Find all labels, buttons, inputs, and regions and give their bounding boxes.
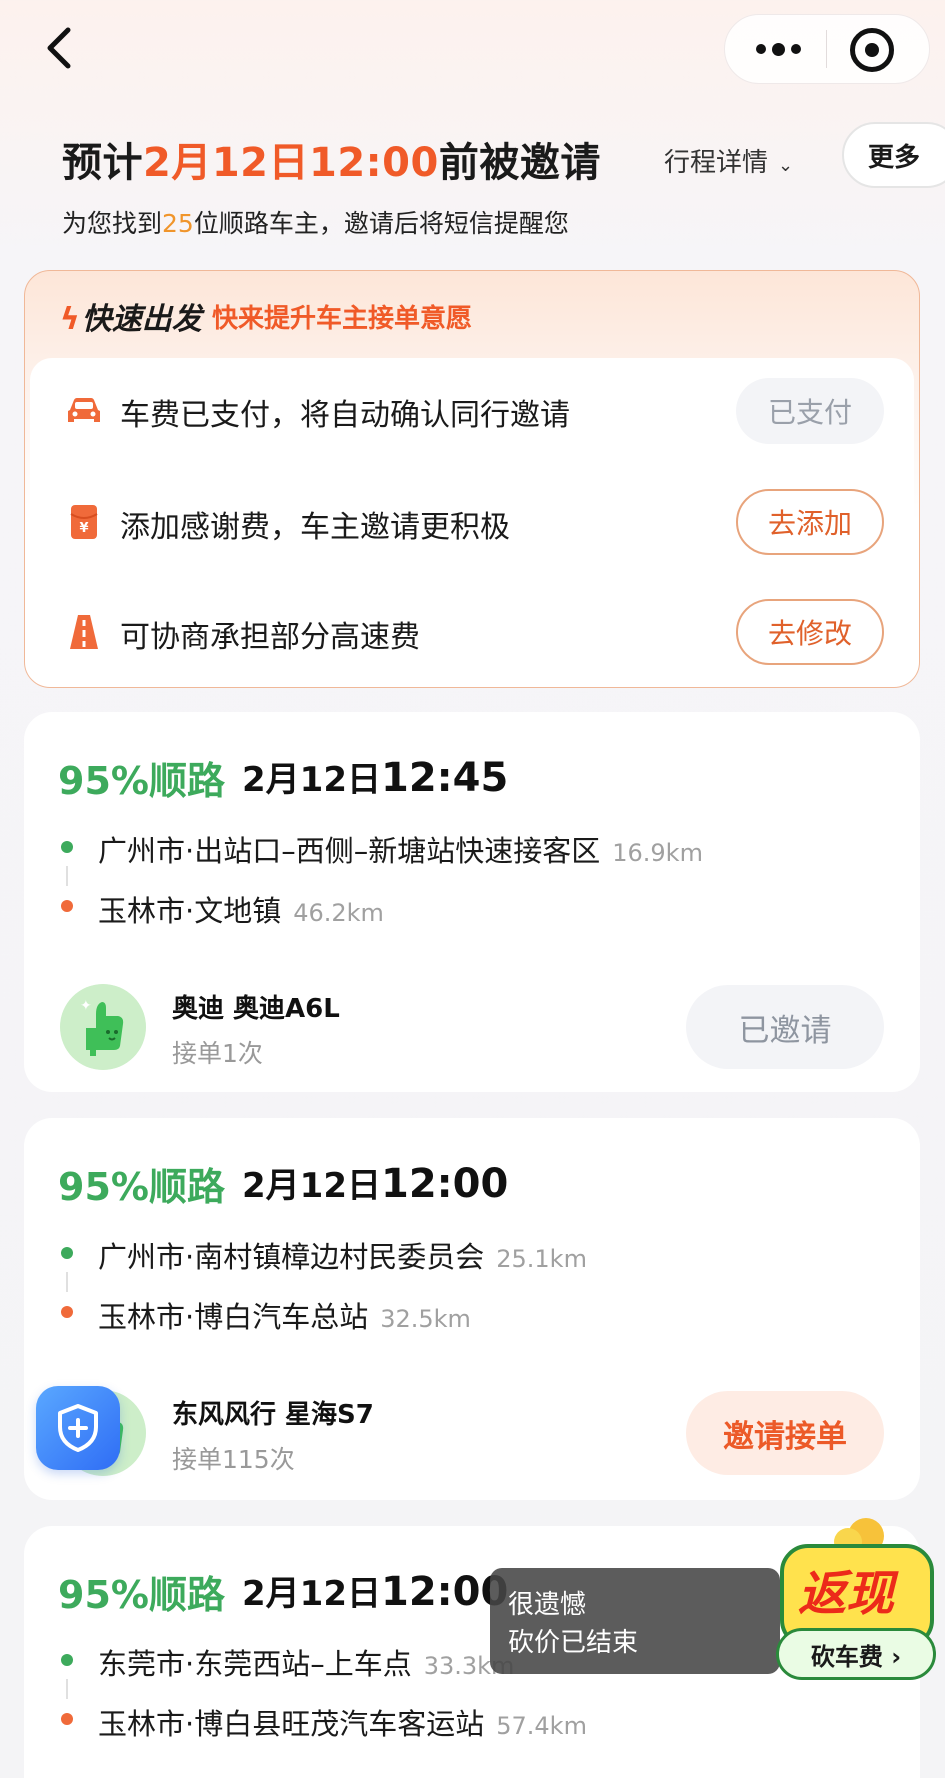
toast-message: 很遗憾 砍价已结束	[490, 1568, 780, 1674]
origin-address: 广州市·南村镇樟边村民委员会 25.1km	[98, 1234, 587, 1276]
avatar: ✦	[60, 984, 146, 1070]
add-tip-button[interactable]: 去添加	[736, 489, 884, 555]
capsule-divider	[826, 30, 827, 68]
paid-button[interactable]: 已支付	[736, 378, 884, 444]
thumbs-up-avatar-icon: ✦	[60, 984, 146, 1070]
destination-address: 玉林市·博白县旺茂汽车客运站 57.4km	[98, 1701, 587, 1743]
page-subtitle: 为您找到25位顺路车主，邀请后将短信提醒您	[62, 204, 569, 240]
destination-distance: 32.5km	[380, 1305, 471, 1333]
title-suffix: 前被邀请	[438, 140, 601, 186]
cut-fare-button[interactable]: 砍车费 ›	[776, 1628, 936, 1680]
origin-dot	[61, 841, 73, 853]
destination-address: 玉林市·文地镇 46.2km	[98, 888, 384, 930]
subtitle-prefix: 为您找到	[62, 209, 163, 238]
more-options-icon[interactable]	[748, 24, 808, 74]
subtitle-suffix: 位顺路车主，邀请后将短信提醒您	[193, 209, 569, 238]
departure-date: 2月12日	[242, 1574, 381, 1614]
trip-detail-link[interactable]: 行程详情 ⌄	[664, 142, 793, 179]
highway-icon	[70, 615, 98, 649]
quick-start-label: 快速出发	[81, 302, 202, 337]
origin-text: 广州市·出站口–西侧–新塘站快速接客区	[98, 834, 601, 868]
departure-time: 2月12日12:00	[242, 1566, 508, 1615]
modify-highway-button[interactable]: 去修改	[736, 599, 884, 665]
quick-row-tip-text: 添加感谢费，车主邀请更积极	[120, 510, 510, 545]
chevron-down-icon: ⌄	[778, 155, 794, 176]
match-rate: 95%顺路	[58, 1165, 225, 1209]
title-prefix: 预计	[62, 140, 143, 186]
chevron-left-icon	[47, 27, 71, 69]
departure-time: 2月12日12:45	[242, 752, 508, 801]
svg-text:✦: ✦	[80, 998, 92, 1014]
red-envelope-icon: ¥	[70, 505, 98, 539]
page-title: 预计2月12日12:00前被邀请	[62, 130, 601, 188]
match-rate: 95%顺路	[58, 1573, 225, 1617]
destination-distance: 57.4km	[496, 1712, 587, 1740]
origin-text: 广州市·南村镇樟边村民委员会	[98, 1240, 485, 1274]
quick-row-highway-text: 可协商承担部分高速费	[120, 620, 420, 655]
order-count: 接单115次	[172, 1445, 295, 1474]
trip-detail-label: 行程详情	[664, 148, 769, 178]
lightning-icon: ϟ	[60, 302, 80, 337]
origin-dot	[61, 1654, 73, 1666]
car-icon	[68, 398, 100, 422]
title-time: 2月12日12:00	[143, 140, 439, 186]
cashback-title: 返现	[798, 1566, 895, 1622]
back-button[interactable]	[40, 22, 84, 74]
match-rate: 95%顺路	[58, 759, 225, 803]
order-count: 接单1次	[172, 1039, 263, 1068]
invite-order-button[interactable]: 邀请接单	[686, 1391, 884, 1475]
car-model: 奥迪 奥迪A6L	[172, 994, 340, 1024]
toast-line-2: 砍价已结束	[508, 1628, 639, 1658]
destination-text: 玉林市·文地镇	[98, 894, 282, 928]
origin-distance: 16.9km	[612, 839, 703, 867]
cashback-floating-button[interactable]: 返现 砍车费 ›	[768, 1516, 938, 1686]
car-model: 东风风行 星海S7	[172, 1400, 374, 1430]
driver-count: 25	[162, 209, 194, 238]
destination-dot	[61, 900, 73, 912]
origin-distance: 25.1km	[496, 1245, 587, 1273]
close-target-icon[interactable]	[850, 28, 894, 72]
destination-text: 玉林市·博白县旺茂汽车客运站	[98, 1707, 485, 1741]
quick-row-paid-text: 车费已支付，将自动确认同行邀请	[120, 398, 570, 433]
more-button[interactable]: 更多	[842, 122, 945, 188]
safety-shield-button[interactable]	[36, 1386, 120, 1470]
invited-button[interactable]: 已邀请	[686, 985, 884, 1069]
departure-date: 2月12日	[242, 760, 381, 800]
destination-dot	[61, 1306, 73, 1318]
destination-dot	[61, 1713, 73, 1725]
origin-address: 东莞市·东莞西站–上车点 33.3km	[98, 1641, 514, 1683]
departure-time: 2月12日12:00	[242, 1158, 508, 1207]
route-line	[66, 1679, 68, 1699]
destination-distance: 46.2km	[293, 899, 384, 927]
destination-text: 玉林市·博白汽车总站	[98, 1300, 369, 1334]
departure-clock: 12:45	[380, 755, 509, 801]
quick-start-tip: 快来提升车主接单意愿	[212, 304, 473, 334]
svg-text:¥: ¥	[79, 521, 88, 536]
origin-text: 东莞市·东莞西站–上车点	[98, 1647, 412, 1681]
shield-icon	[58, 1404, 98, 1452]
origin-dot	[61, 1247, 73, 1259]
departure-date: 2月12日	[242, 1166, 381, 1206]
route-line	[66, 1272, 68, 1292]
destination-address: 玉林市·博白汽车总站 32.5km	[98, 1294, 471, 1336]
origin-address: 广州市·出站口–西侧–新塘站快速接客区 16.9km	[98, 828, 703, 870]
route-line	[66, 866, 68, 886]
departure-clock: 12:00	[380, 1161, 509, 1207]
toast-line-1: 很遗憾	[508, 1590, 587, 1620]
quick-start-badge: ϟ快速出发	[60, 294, 202, 338]
